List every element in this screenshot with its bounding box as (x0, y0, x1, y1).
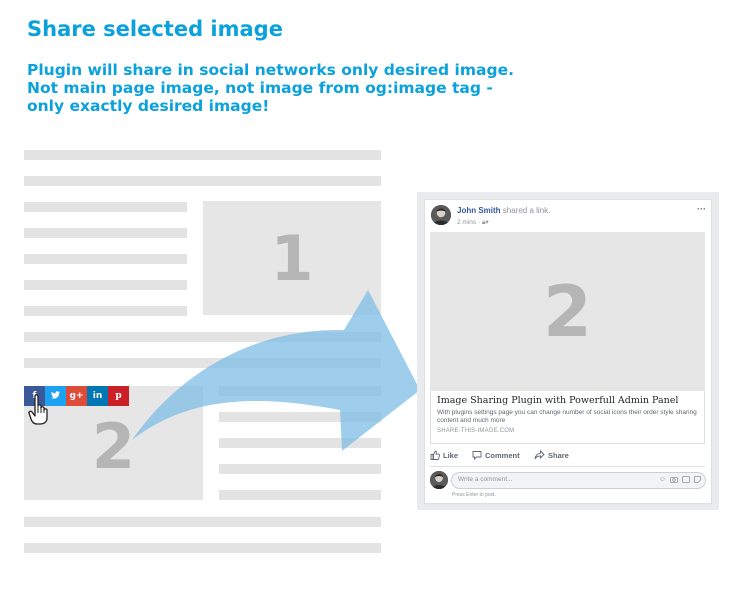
thumbs-up-icon (430, 450, 440, 460)
avatar[interactable] (431, 205, 451, 225)
link-domain: SHARE-THIS-IMAGE.COM (437, 428, 515, 434)
more-options-icon[interactable]: ··· (697, 204, 706, 214)
divider (430, 466, 705, 467)
comment-input[interactable]: Write a comment... ☺︎ (451, 472, 706, 489)
comment-button[interactable]: Comment (472, 450, 520, 460)
sticker-icon[interactable] (694, 476, 701, 485)
comment-placeholder: Write a comment... (458, 476, 513, 483)
comment-icon (472, 451, 482, 460)
camera-icon[interactable] (670, 476, 678, 485)
gif-icon[interactable] (682, 476, 690, 485)
comment-tools: ☺︎ (659, 476, 701, 485)
chevron-down-icon: ▾ (485, 219, 489, 226)
author-name[interactable]: John Smith (457, 206, 501, 215)
emoji-icon[interactable]: ☺︎ (659, 476, 666, 485)
enter-hint: Press Enter to post. (452, 492, 496, 498)
shared-image[interactable]: 2 (430, 232, 705, 391)
link-title: Image Sharing Plugin with Powerfull Admi… (437, 395, 679, 406)
share-button[interactable]: Share (534, 450, 569, 460)
comment-label: Comment (485, 450, 520, 460)
post-time-text: 2 mins (457, 219, 477, 226)
like-label: Like (443, 450, 459, 460)
link-description: With plugins settings page you can chang… (437, 409, 697, 424)
link-preview[interactable]: Image Sharing Plugin with Powerfull Admi… (430, 391, 705, 444)
post-author[interactable]: John Smith shared a link. (457, 206, 550, 215)
like-button[interactable]: Like (430, 450, 458, 460)
share-arrow-icon (534, 450, 545, 460)
share-label: Share (548, 450, 569, 460)
post-action: shared a link. (500, 206, 551, 215)
commenter-avatar (430, 471, 448, 489)
post-actions: Like Comment Share (430, 450, 705, 462)
post-time[interactable]: 2 mins · 🔒︎▾ (457, 218, 489, 227)
